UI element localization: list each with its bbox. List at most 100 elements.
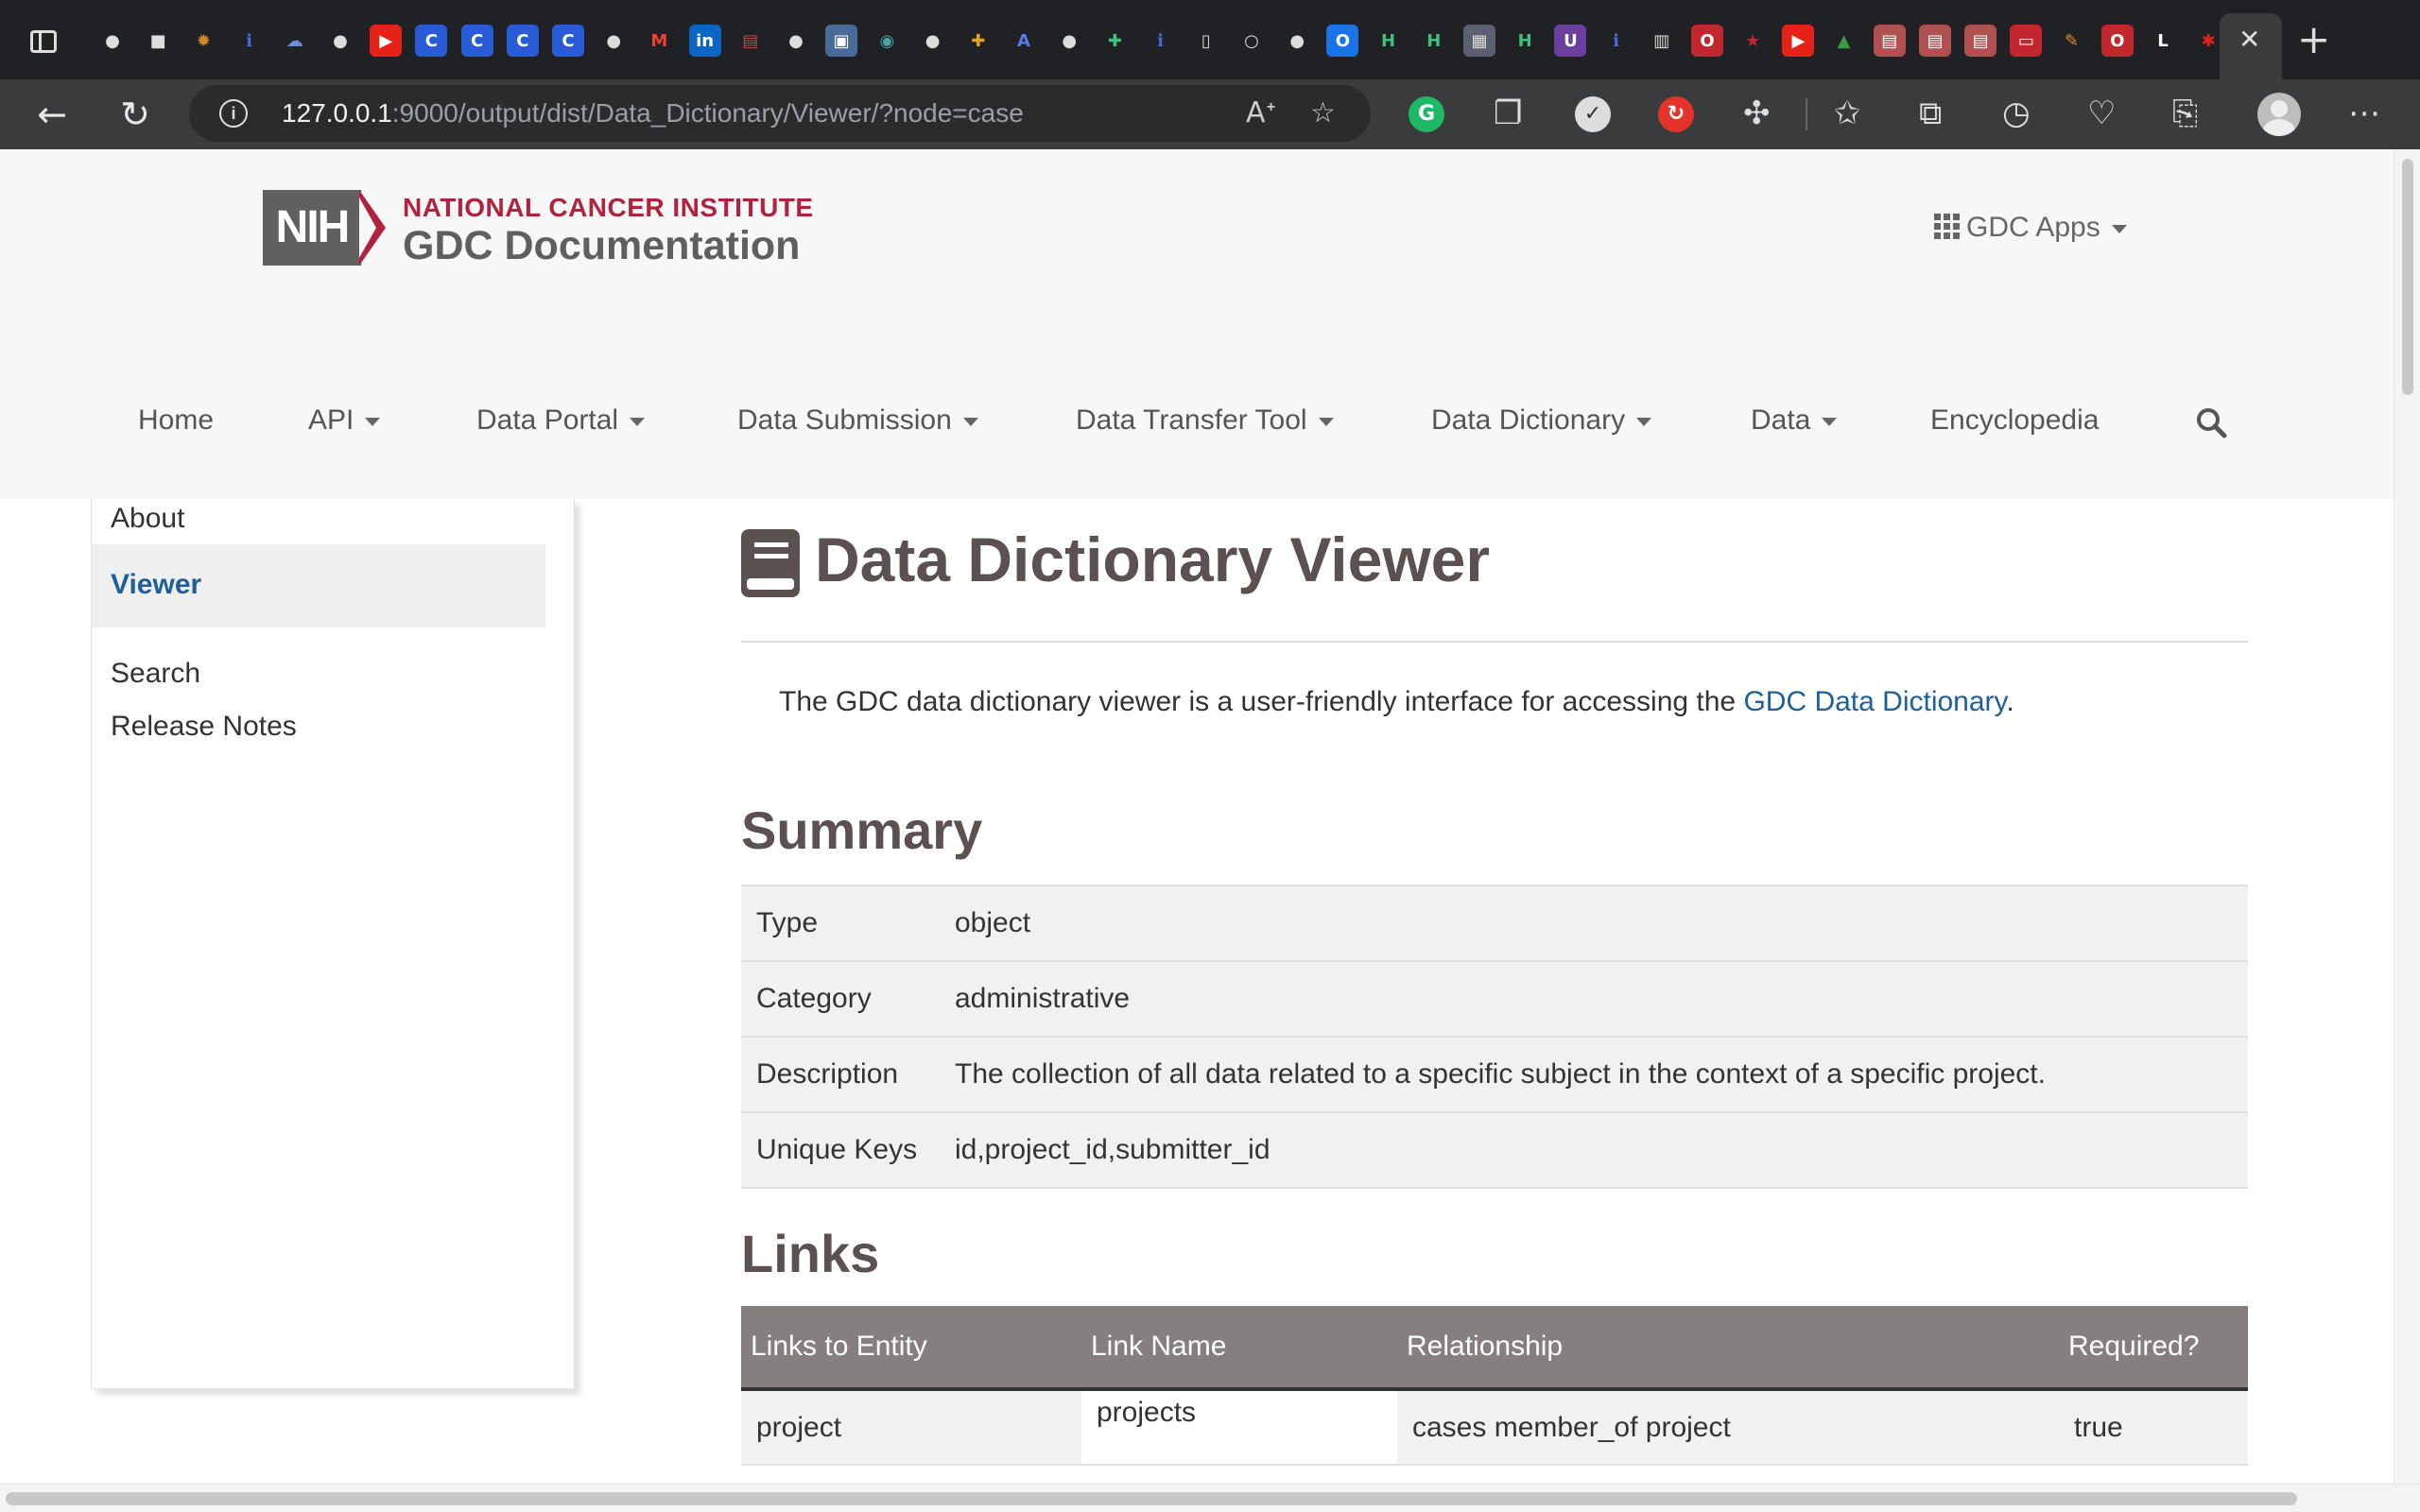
nav-api[interactable]: API [308,404,381,437]
vertical-scroll-thumb[interactable] [2402,159,2413,395]
link-entity[interactable]: project [741,1389,1081,1466]
github-icon[interactable]: ● [96,25,129,57]
letter-a-icon[interactable]: A [1008,25,1040,57]
coursera-icon[interactable]: C [460,25,493,57]
github-icon[interactable]: ● [1053,25,1086,57]
search-icon[interactable] [2195,406,2227,438]
nih-logo[interactable]: NIH [263,190,361,266]
vertical-scrollbar[interactable] [2394,149,2420,1484]
horizontal-scrollbar[interactable] [0,1484,2420,1512]
sidebar-item-search[interactable]: Search [111,658,200,690]
drive-icon[interactable]: ▲ [1827,25,1860,57]
reload-icon[interactable]: ↻ [113,93,157,136]
outlook-icon[interactable]: O [1326,25,1359,57]
copy-extension-icon[interactable]: ❐ [1494,94,1522,132]
back-icon[interactable]: ← [30,93,74,136]
sidebar-item-release-notes[interactable]: Release Notes [111,711,297,743]
screenshot-icon[interactable]: ⎘ [2172,94,2198,132]
info-icon[interactable]: ℹ [1599,25,1633,57]
extensions-icon[interactable]: ✣ [1743,94,1771,132]
new-tab-icon[interactable]: + [2297,20,2330,60]
pdf-icon[interactable]: ▤ [1873,25,1906,57]
opera-icon[interactable]: O [2100,25,2134,57]
more-menu-icon[interactable]: ⋯ [2348,94,2380,132]
github-icon[interactable]: ● [916,25,949,57]
nav-home[interactable]: Home [138,404,214,437]
slack-icon[interactable]: ✚ [1098,25,1132,57]
pdf-icon[interactable]: ▤ [1919,25,1951,57]
medium-icon[interactable]: ● [780,25,812,57]
nav-data-dictionary[interactable]: Data Dictionary [1431,404,1652,437]
u-icon[interactable]: U [1554,25,1587,57]
sync-extension-icon[interactable]: ↻ [1658,96,1694,132]
slack-icon[interactable]: ✚ [961,25,994,57]
circle-icon[interactable]: ○ [1236,25,1268,57]
address-text[interactable]: 127.0.0.1:9000/output/dist/Data_Dictiona… [282,98,1024,129]
nav-data-transfer-tool[interactable]: Data Transfer Tool [1076,404,1334,437]
horizontal-scroll-thumb[interactable] [6,1492,2297,1505]
github-icon[interactable]: ● [597,25,631,57]
star-icon[interactable]: ★ [1737,25,1770,57]
nav-encyclopedia[interactable]: Encyclopedia [1930,404,2099,437]
table-header-row: Links to Entity Link Name Relationship R… [741,1306,2248,1391]
info-icon[interactable]: ℹ [233,25,266,57]
window-icon[interactable]: ▦ [1463,25,1495,57]
gear-badge-icon[interactable]: ✹ [187,25,220,57]
youtube-icon[interactable]: ▶ [1782,25,1815,57]
h-icon[interactable]: H [1509,25,1542,57]
links-heading: Links [741,1224,880,1283]
document-icon[interactable]: ▯ [1189,25,1222,57]
nav-data-submission[interactable]: Data Submission [737,404,978,437]
youtube-icon[interactable]: ▶ [370,25,403,57]
app-icon[interactable]: ▣ [825,25,858,57]
opera-icon[interactable]: O [1691,25,1723,57]
profile-avatar[interactable] [2257,93,2301,136]
column-header-required[interactable]: Required? [2059,1306,2248,1391]
sidebar-item-about[interactable]: About [111,503,184,535]
summary-key: Type [741,885,955,961]
github-icon[interactable]: ● [1281,25,1314,57]
column-header-relationship[interactable]: Relationship [1397,1306,2059,1391]
gmail-icon[interactable]: M [643,25,676,57]
nav-data[interactable]: Data [1751,404,1838,437]
l-icon[interactable]: L [2147,25,2179,57]
github-icon[interactable]: ● [324,25,356,57]
coursera-icon[interactable]: C [415,25,448,57]
sidebar-toggle-icon[interactable] [30,30,57,53]
oracle-icon[interactable]: ▭ [2010,25,2043,57]
tools-icon[interactable]: ✎ [2055,25,2088,57]
nav-data-portal[interactable]: Data Portal [476,404,646,437]
link-name: projects [1081,1389,1397,1466]
sidebar-item-viewer[interactable]: Viewer [111,569,201,601]
h-icon[interactable]: H [1372,25,1405,57]
history-icon[interactable]: ◷ [2002,94,2031,132]
grammarly-icon[interactable]: G [1409,96,1444,132]
h-icon[interactable]: H [1417,25,1450,57]
favorites-icon[interactable]: ✩ [1834,94,1861,132]
coursera-icon[interactable]: C [506,25,539,57]
address-bar[interactable]: i 127.0.0.1:9000/output/dist/Data_Dictio… [189,85,1371,142]
coursera-icon[interactable]: C [552,25,584,57]
cloud-icon[interactable]: ☁ [278,25,311,57]
check-extension-icon[interactable]: ✓ [1575,96,1611,132]
health-icon[interactable]: ♡ [2087,94,2116,132]
collections-icon[interactable]: ⧉ [1919,94,1942,132]
close-tab-icon[interactable]: ✕ [2238,26,2260,53]
column-header-link-name[interactable]: Link Name [1081,1306,1397,1391]
logo-institute-name[interactable]: NATIONAL CANCER INSTITUTE [403,193,814,223]
logo-site-name[interactable]: GDC Documentation [403,223,800,269]
eye-icon[interactable]: ◉ [871,25,904,57]
gdc-data-dictionary-link[interactable]: GDC Data Dictionary [1743,686,2006,717]
linkedin-icon[interactable]: in [688,25,721,57]
pdf-icon[interactable]: ▤ [1964,25,1997,57]
book-icon[interactable]: ▥ [1645,25,1678,57]
site-info-icon[interactable]: i [219,99,248,128]
column-header-entity[interactable]: Links to Entity [741,1306,1081,1391]
summary-table: Type object Category administrative Desc… [741,885,2248,1189]
favorite-add-icon[interactable]: ☆ [1310,96,1336,129]
info-icon[interactable]: ℹ [1144,25,1177,57]
gdc-apps-menu[interactable]: GDC Apps [1934,212,2127,244]
camera-icon[interactable]: ■ [142,25,175,57]
read-aloud-icon[interactable]: Aᐩ [1246,96,1276,129]
pdf-icon[interactable]: ▤ [734,25,767,57]
